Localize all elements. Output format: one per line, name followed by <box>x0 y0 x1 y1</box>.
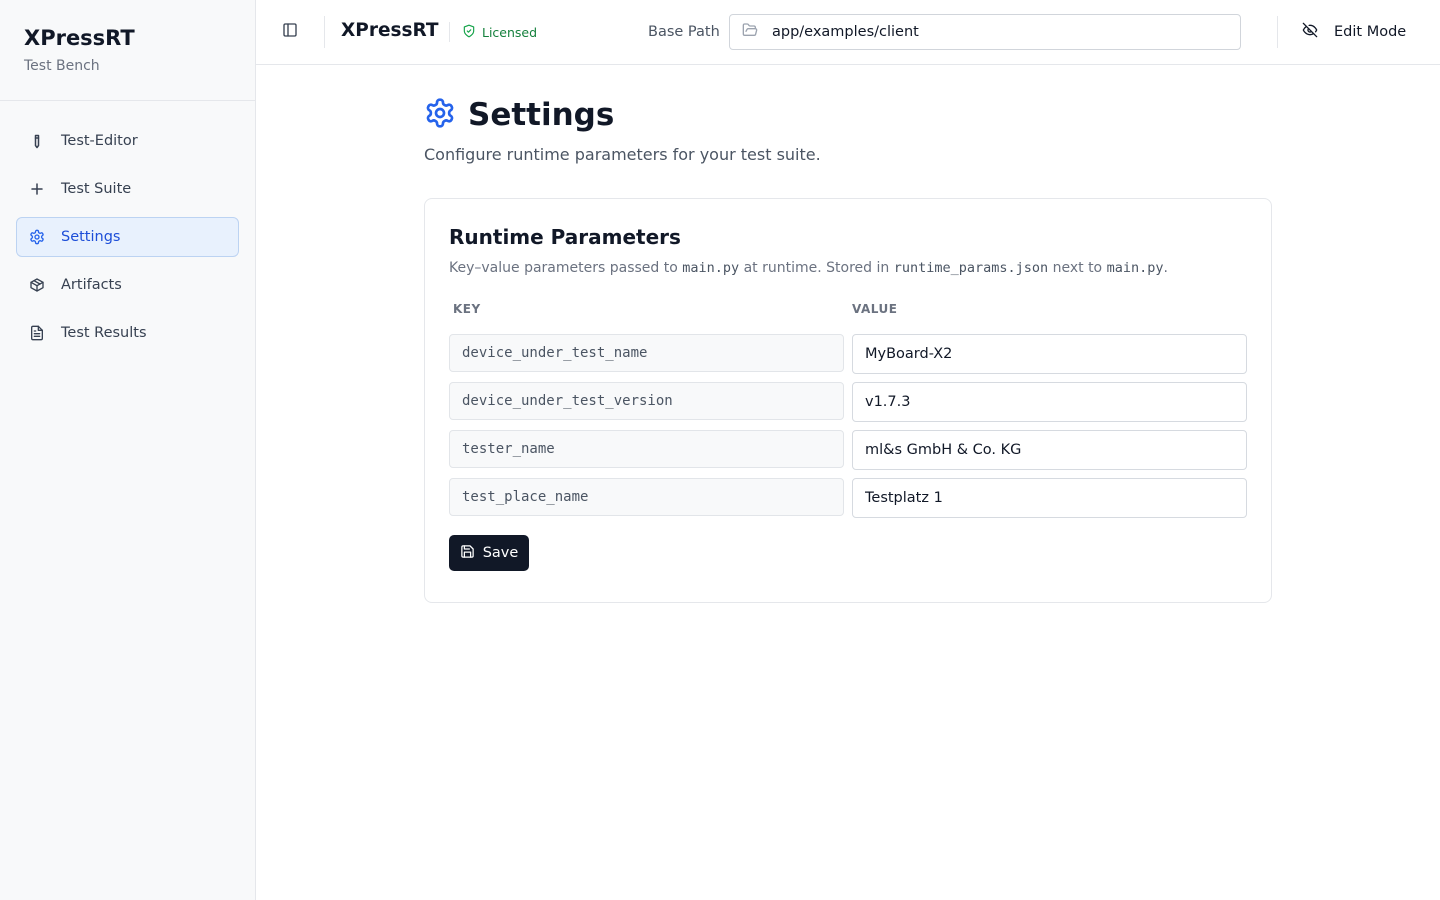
sidebar-item-test-suite[interactable]: Test Suite <box>16 169 239 209</box>
param-value-field <box>852 478 1247 518</box>
param-value-input[interactable] <box>865 394 1225 410</box>
code-main-py: main.py <box>682 260 740 276</box>
save-icon <box>460 544 483 563</box>
param-value-field <box>852 382 1247 422</box>
header-title: XPressRT <box>341 20 439 41</box>
license-badge: Licensed <box>449 22 537 42</box>
edit-mode-label: Edit Mode <box>1334 24 1407 40</box>
column-header-value: VALUE <box>852 302 898 316</box>
params-table: device_under_test_name device_under_test… <box>449 334 1247 518</box>
brand-subtitle: Test Bench <box>24 58 100 74</box>
divider <box>324 16 325 48</box>
column-header-key: KEY <box>453 302 481 316</box>
pen-icon <box>29 133 45 149</box>
settings-content: Settings Configure runtime parameters fo… <box>256 65 1440 603</box>
file-text-icon <box>29 325 45 341</box>
panel-left-icon <box>282 22 298 42</box>
sidebar-nav: Test-Editor Test Suite Settings Artifact… <box>0 101 255 381</box>
sidebar-toggle-button[interactable] <box>278 20 302 44</box>
page-title: Settings <box>468 97 615 133</box>
sidebar-item-label: Settings <box>61 229 121 245</box>
page-header: Settings <box>424 97 1440 133</box>
gear-icon <box>424 97 468 133</box>
sidebar-item-artifacts[interactable]: Artifacts <box>16 265 239 305</box>
table-row: device_under_test_name <box>449 334 1247 374</box>
param-value-input[interactable] <box>865 490 1225 506</box>
sidebar-item-label: Test-Editor <box>61 133 138 149</box>
plus-icon <box>29 181 45 197</box>
param-key: device_under_test_version <box>449 382 844 420</box>
desc-text: next to <box>1048 260 1107 276</box>
app-root: XPressRT Test Bench Test-Editor Test Sui… <box>0 0 1440 900</box>
param-value-input[interactable] <box>865 442 1225 458</box>
sidebar-item-label: Artifacts <box>61 277 122 293</box>
base-path-input[interactable] <box>772 24 1222 40</box>
table-row: tester_name <box>449 430 1247 470</box>
param-key: test_place_name <box>449 478 844 516</box>
card-description: Key–value parameters passed to main.py a… <box>449 259 1247 277</box>
page-description: Configure runtime parameters for your te… <box>424 145 821 164</box>
shield-check-icon <box>462 24 476 41</box>
brand: XPressRT Test Bench <box>0 0 255 101</box>
package-icon <box>29 277 45 293</box>
card-title: Runtime Parameters <box>449 225 681 249</box>
param-value-input[interactable] <box>865 346 1225 362</box>
desc-text: at runtime. Stored in <box>739 260 894 276</box>
code-main-py: main.py <box>1106 260 1164 276</box>
sidebar-item-test-results[interactable]: Test Results <box>16 313 239 353</box>
edit-mode-button[interactable]: Edit Mode <box>1290 14 1418 50</box>
sidebar: XPressRT Test Bench Test-Editor Test Sui… <box>0 0 256 900</box>
sidebar-item-test-editor[interactable]: Test-Editor <box>16 121 239 161</box>
param-key: tester_name <box>449 430 844 468</box>
license-label: Licensed <box>482 24 538 40</box>
param-key: device_under_test_name <box>449 334 844 372</box>
divider <box>1277 16 1278 48</box>
sidebar-item-label: Test Suite <box>61 181 132 197</box>
code-runtime-params-json: runtime_params.json <box>893 260 1049 276</box>
eye-off-icon <box>1302 22 1334 42</box>
save-button[interactable]: Save <box>449 535 529 571</box>
base-path-field <box>729 14 1241 50</box>
top-bar: XPressRT Licensed Base Path Edit Mode <box>256 0 1440 65</box>
sidebar-item-label: Test Results <box>61 325 147 341</box>
save-label: Save <box>482 545 519 561</box>
folder-open-icon <box>742 22 758 42</box>
desc-text: Key–value parameters passed to <box>449 260 683 276</box>
param-value-field <box>852 430 1247 470</box>
sidebar-item-settings[interactable]: Settings <box>16 217 239 257</box>
brand-title: XPressRT <box>24 26 135 50</box>
base-path-label: Base Path <box>648 24 720 40</box>
param-value-field <box>852 334 1247 374</box>
table-row: test_place_name <box>449 478 1247 518</box>
runtime-parameters-card: Runtime Parameters Key–value parameters … <box>424 198 1272 603</box>
main-area: XPressRT Licensed Base Path Edit Mode <box>256 0 1440 900</box>
table-row: device_under_test_version <box>449 382 1247 422</box>
params-table-header: KEY VALUE <box>449 302 1247 318</box>
gear-icon <box>29 229 45 245</box>
desc-text: . <box>1163 260 1168 276</box>
